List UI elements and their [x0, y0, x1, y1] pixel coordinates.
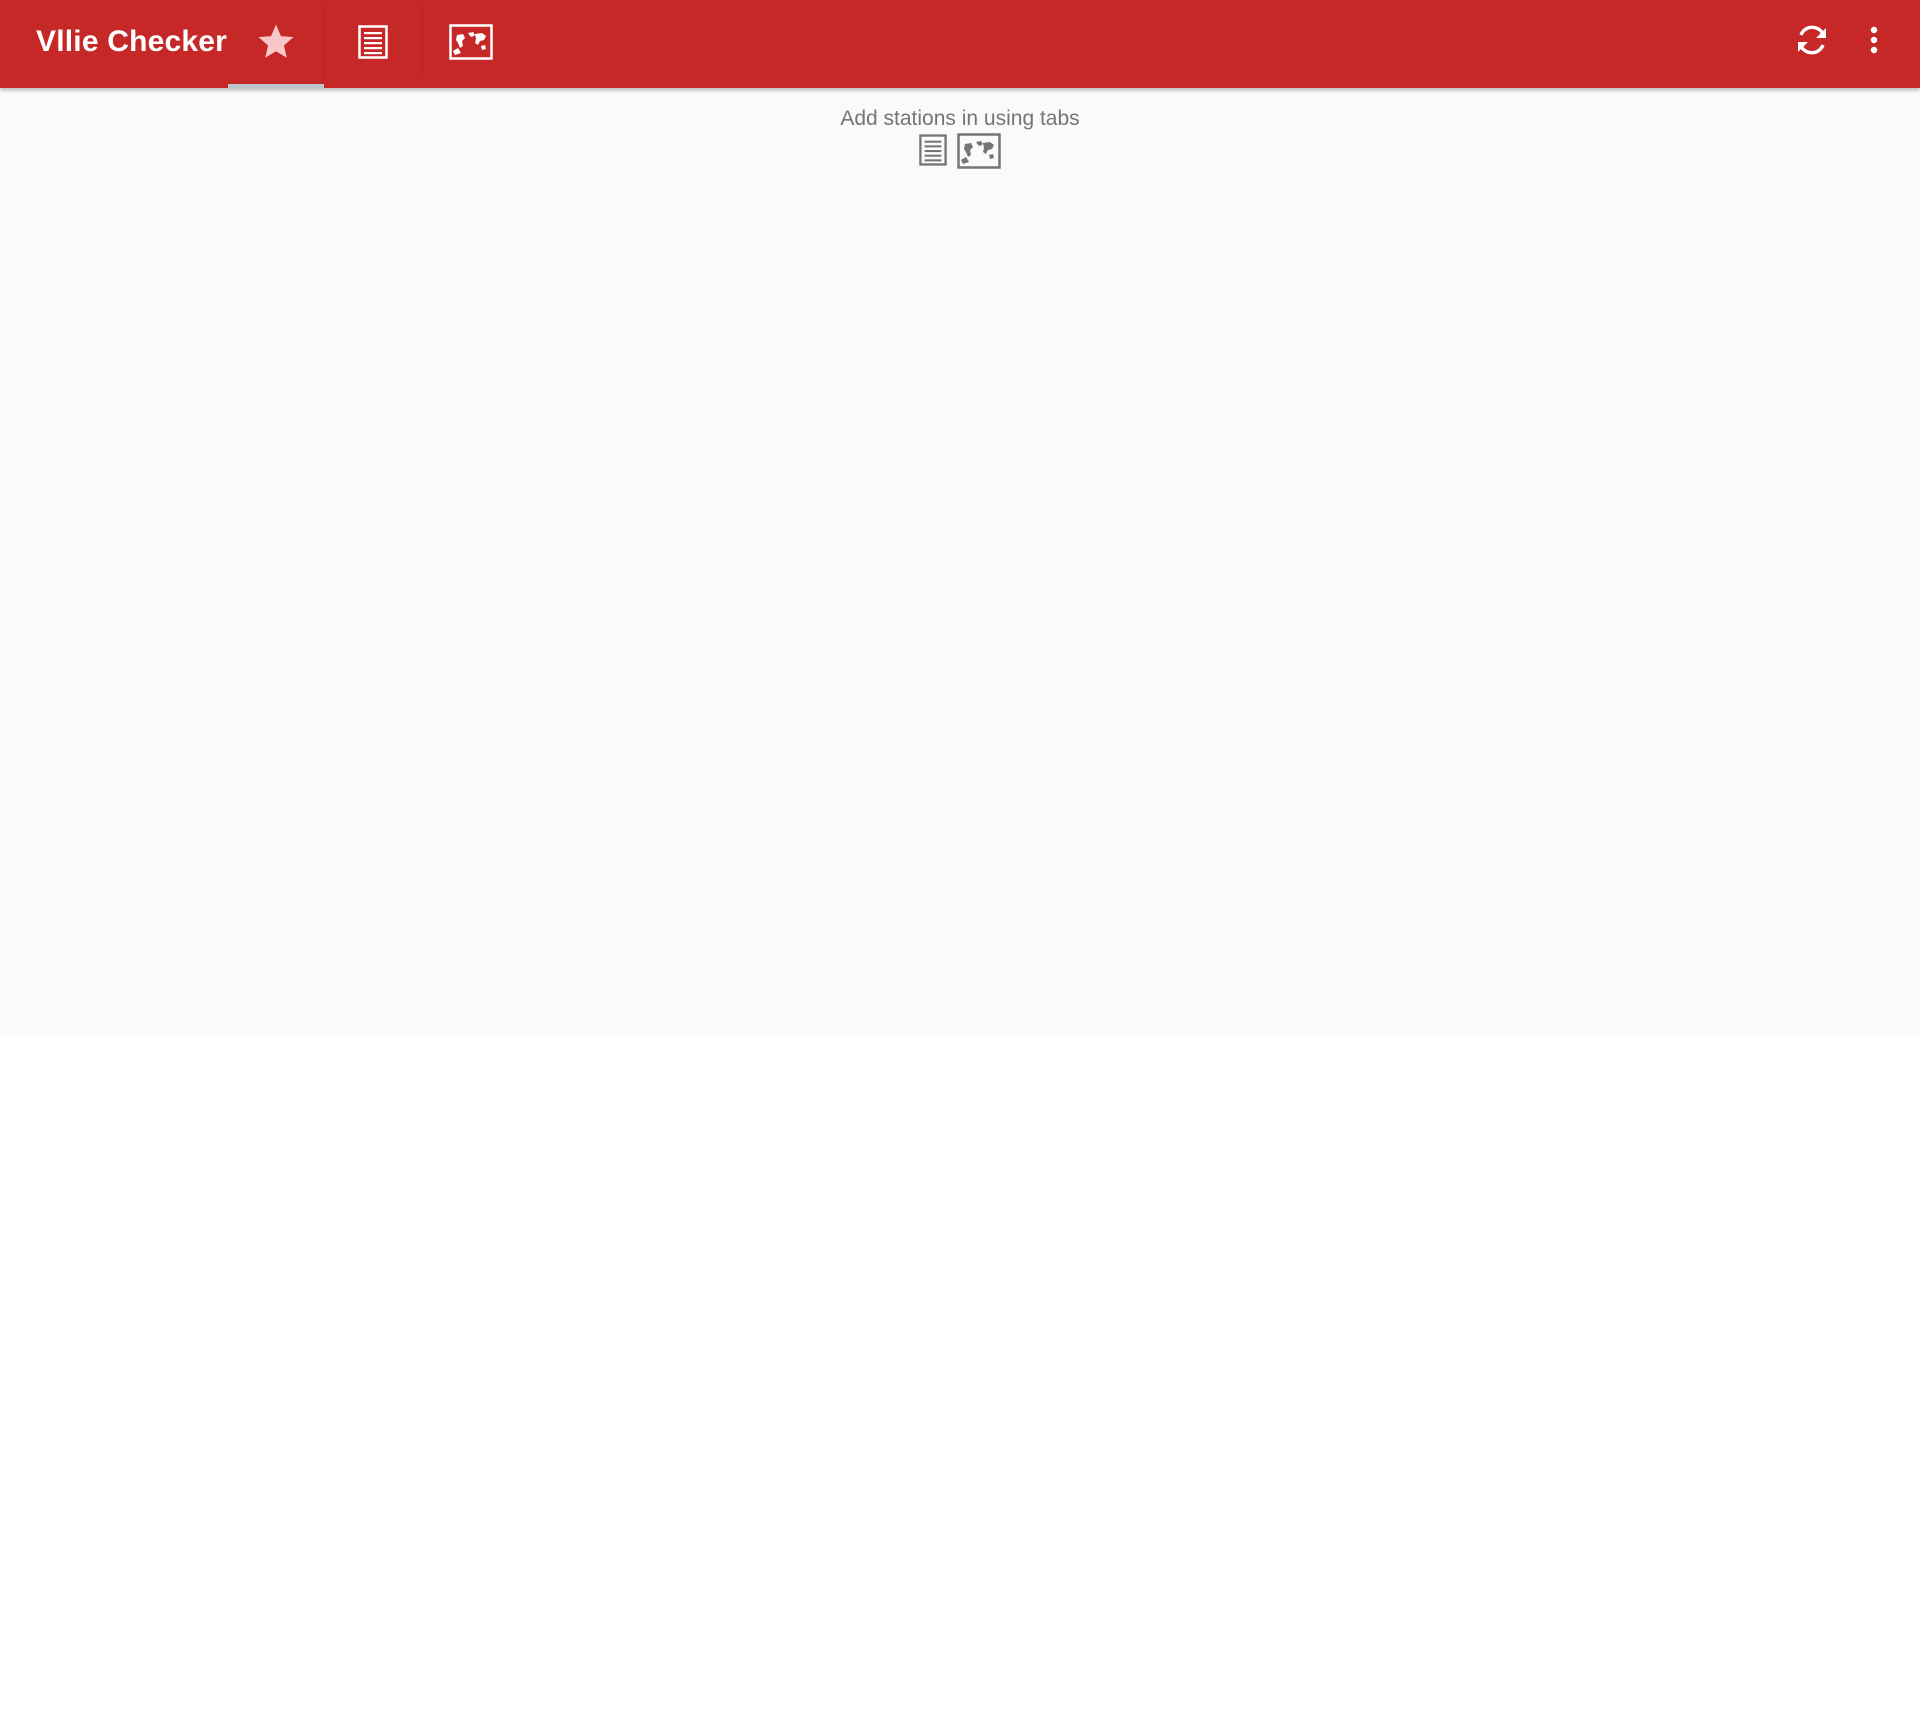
selected-tab-indicator	[228, 84, 324, 88]
map-icon	[449, 23, 493, 65]
star-icon	[255, 21, 297, 68]
app-title: Vllie Checker	[36, 25, 228, 58]
empty-state-message: Add stations in using tabs	[840, 107, 1080, 130]
tab-favorites[interactable]	[228, 0, 324, 88]
list-icon	[919, 133, 947, 169]
app-toolbar: Vllie Checker	[0, 0, 1920, 88]
app-window: Vllie Checker Add stations in using tabs	[0, 0, 1920, 1036]
list-icon	[358, 24, 388, 64]
refresh-button[interactable]	[1782, 0, 1842, 84]
more-vert-icon	[1870, 26, 1878, 59]
map-icon	[957, 133, 1001, 169]
refresh-icon	[1792, 20, 1832, 65]
empty-state-icons	[0, 133, 1920, 169]
tab-map[interactable]	[423, 0, 519, 88]
overflow-menu-button[interactable]	[1856, 0, 1892, 84]
tab-list[interactable]	[325, 0, 421, 88]
